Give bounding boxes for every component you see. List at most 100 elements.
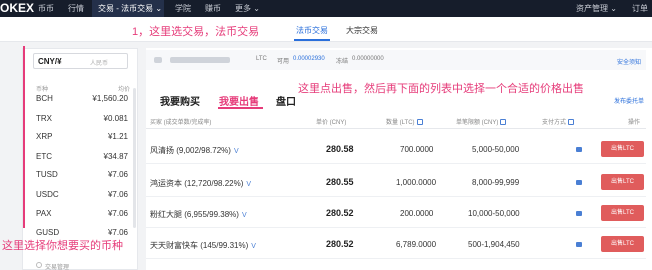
coin-name: TRX bbox=[36, 114, 52, 123]
nav-item-academy[interactable]: 学院 bbox=[175, 3, 191, 14]
coin-item-trx[interactable]: TRX ¥0.081 bbox=[36, 114, 128, 128]
tab-block-trade[interactable]: 大宗交易 bbox=[346, 25, 378, 36]
limit-cell: 10,000-50,000 bbox=[468, 209, 520, 218]
verified-badge: V bbox=[246, 181, 252, 188]
buyer-cell[interactable]: 鸿运资本 (12,720/98.22%) V bbox=[150, 178, 251, 189]
bank-card-icon bbox=[576, 180, 582, 185]
redacted-username bbox=[170, 57, 230, 63]
coin-item-pax[interactable]: PAX ¥7.06 bbox=[36, 209, 128, 223]
header-limit[interactable]: 单笔限额 (CNY) bbox=[456, 117, 507, 126]
coin-price: ¥1.21 bbox=[107, 132, 128, 141]
verified-badge: V bbox=[233, 148, 239, 155]
annotation-marker-line bbox=[23, 46, 25, 228]
sort-icon[interactable] bbox=[500, 119, 507, 125]
limit-cell: 8,000-99,999 bbox=[472, 178, 520, 187]
table-row: 风清扬 (9,002/98.72%) V 280.58 700.0000 5,00… bbox=[146, 134, 646, 164]
coin-item-tusd[interactable]: TUSD ¥7.06 bbox=[36, 170, 128, 184]
coin-list-scrollbar[interactable] bbox=[133, 88, 136, 228]
header-buyer: 买家 (成交单数/完成率) bbox=[150, 120, 212, 126]
coin-price: ¥7.06 bbox=[107, 228, 128, 237]
post-ad-link[interactable]: 发布委托单 bbox=[614, 96, 644, 105]
buyer-name: 鸿运资本 (12,720/98.22%) bbox=[150, 179, 244, 188]
header-limit-label: 单笔限额 (CNY) bbox=[456, 120, 499, 126]
buyer-cell[interactable]: 天天财富快车 (145/99.31%) V bbox=[150, 240, 256, 251]
nav-item-trade-label: 交易 - 法币交易 bbox=[98, 4, 154, 13]
nav-asset-management[interactable]: 资产管理 ⌄ bbox=[576, 3, 617, 14]
coin-price: ¥34.87 bbox=[103, 152, 128, 161]
coin-item-bch[interactable]: BCH ¥1,560.20 bbox=[36, 94, 128, 108]
nav-item-trade-c2c[interactable]: 交易 - 法币交易 ⌄ bbox=[98, 3, 162, 14]
security-notice-link[interactable]: 安全须知 bbox=[617, 57, 641, 66]
tab-orderbook[interactable]: 盘口 bbox=[276, 93, 296, 108]
price-cell: 280.52 bbox=[326, 239, 354, 249]
coin-name: PAX bbox=[36, 209, 52, 218]
coin-price: ¥7.06 bbox=[107, 190, 128, 199]
buyer-cell[interactable]: 风清扬 (9,002/98.72%) V bbox=[150, 145, 239, 156]
coin-price: ¥1,560.20 bbox=[92, 94, 128, 103]
coin-name: XRP bbox=[36, 132, 53, 141]
bank-card-icon bbox=[576, 211, 582, 216]
coin-item-usdc[interactable]: USDC ¥7.06 bbox=[36, 190, 128, 204]
filter-icon[interactable] bbox=[568, 119, 575, 125]
header-qty-label: 数量 (LTC) bbox=[386, 120, 415, 126]
sell-ltc-button[interactable]: 出售LTC bbox=[601, 141, 644, 157]
header-payment-label: 支付方式 bbox=[542, 120, 567, 126]
nav-item-earn[interactable]: 赚币 bbox=[205, 3, 221, 14]
sell-ltc-button[interactable]: 出售LTC bbox=[601, 236, 644, 252]
bank-card-icon bbox=[576, 147, 582, 152]
currency-select[interactable]: CNY/¥ 人民币 bbox=[33, 53, 128, 69]
annotation-select-trade: 1，这里选交易，法币交易 bbox=[132, 26, 260, 38]
currency-select-value: CNY/¥ bbox=[38, 57, 62, 66]
price-cell: 280.58 bbox=[326, 144, 354, 154]
coin-name: GUSD bbox=[36, 228, 60, 237]
qty-cell: 1,000.0000 bbox=[396, 178, 437, 187]
radio-icon[interactable] bbox=[36, 262, 42, 268]
header-price-label: 单价 (CNY) bbox=[316, 120, 347, 126]
qty-cell: 700.0000 bbox=[400, 145, 434, 154]
coin-name: TUSD bbox=[36, 170, 58, 179]
active-tab-underline bbox=[294, 39, 330, 41]
buyer-name: 风清扬 (9,002/98.72%) bbox=[150, 146, 231, 155]
sell-ltc-button[interactable]: 出售LTC bbox=[601, 174, 644, 190]
balance-coin-label: LTC bbox=[256, 56, 267, 62]
tab-buy[interactable]: 我要购买 bbox=[160, 93, 200, 108]
tab-c2c-trade[interactable]: 法币交易 bbox=[296, 25, 328, 36]
verified-badge: V bbox=[241, 212, 247, 219]
annotation-click-sell: 这里点出售，然后再下面的列表中选择一个合适的价格出售 bbox=[298, 83, 584, 95]
okex-logo[interactable]: OKEX bbox=[0, 1, 34, 15]
buyer-name: 天天财富快车 (145/99.31%) bbox=[150, 241, 249, 250]
sub-header: 法币交易 大宗交易 bbox=[0, 17, 652, 42]
chevron-down-icon: ⌄ bbox=[253, 4, 260, 13]
nav-item-spot[interactable]: 币币 bbox=[38, 3, 54, 14]
buyer-cell[interactable]: 粉红大腿 (6,955/99.38%) V bbox=[150, 209, 247, 220]
table-row: 鸿运资本 (12,720/98.22%) V 280.55 1,000.0000 … bbox=[146, 167, 646, 197]
sort-icon[interactable] bbox=[416, 119, 423, 125]
coin-column-header: 币种 bbox=[36, 87, 49, 93]
sell-ltc-button[interactable]: 出售LTC bbox=[601, 205, 644, 221]
frozen-label: 冻结 bbox=[336, 59, 349, 65]
price-cell: 280.55 bbox=[326, 177, 354, 187]
header-price[interactable]: 单价 (CNY) bbox=[316, 117, 346, 126]
header-payment[interactable]: 支付方式 bbox=[542, 117, 575, 126]
currency-select-hint: 人民币 bbox=[90, 61, 109, 67]
table-row: 粉红大腿 (6,955/99.38%) V 280.52 200.0000 10,… bbox=[146, 198, 646, 228]
nav-asset-label: 资产管理 bbox=[576, 4, 608, 13]
avatar-icon bbox=[154, 57, 162, 63]
nav-orders[interactable]: 订单 bbox=[632, 3, 648, 14]
limit-cell: 500-1,904,450 bbox=[468, 240, 520, 249]
top-navbar: OKEX 币币 行情 交易 - 法币交易 ⌄ 学院 赚币 更多 ⌄ 资产管理 ⌄… bbox=[0, 0, 652, 17]
coin-item-xrp[interactable]: XRP ¥1.21 bbox=[36, 132, 128, 146]
header-divider bbox=[146, 128, 646, 129]
nav-item-more-label: 更多 bbox=[235, 4, 251, 13]
coin-price: ¥7.06 bbox=[107, 209, 128, 218]
coin-price: ¥0.081 bbox=[103, 114, 128, 123]
coin-item-etc[interactable]: ETC ¥34.87 bbox=[36, 152, 128, 166]
tab-sell[interactable]: 我要出售 bbox=[219, 93, 259, 108]
coin-name: ETC bbox=[36, 152, 52, 161]
nav-item-more[interactable]: 更多 ⌄ bbox=[235, 3, 260, 14]
qty-cell: 6,789.0000 bbox=[396, 240, 437, 249]
available-label: 可用 bbox=[277, 59, 290, 65]
nav-item-market[interactable]: 行情 bbox=[68, 3, 84, 14]
header-qty[interactable]: 数量 (LTC) bbox=[386, 117, 423, 126]
frozen-value: 0.00000000 bbox=[352, 56, 384, 62]
